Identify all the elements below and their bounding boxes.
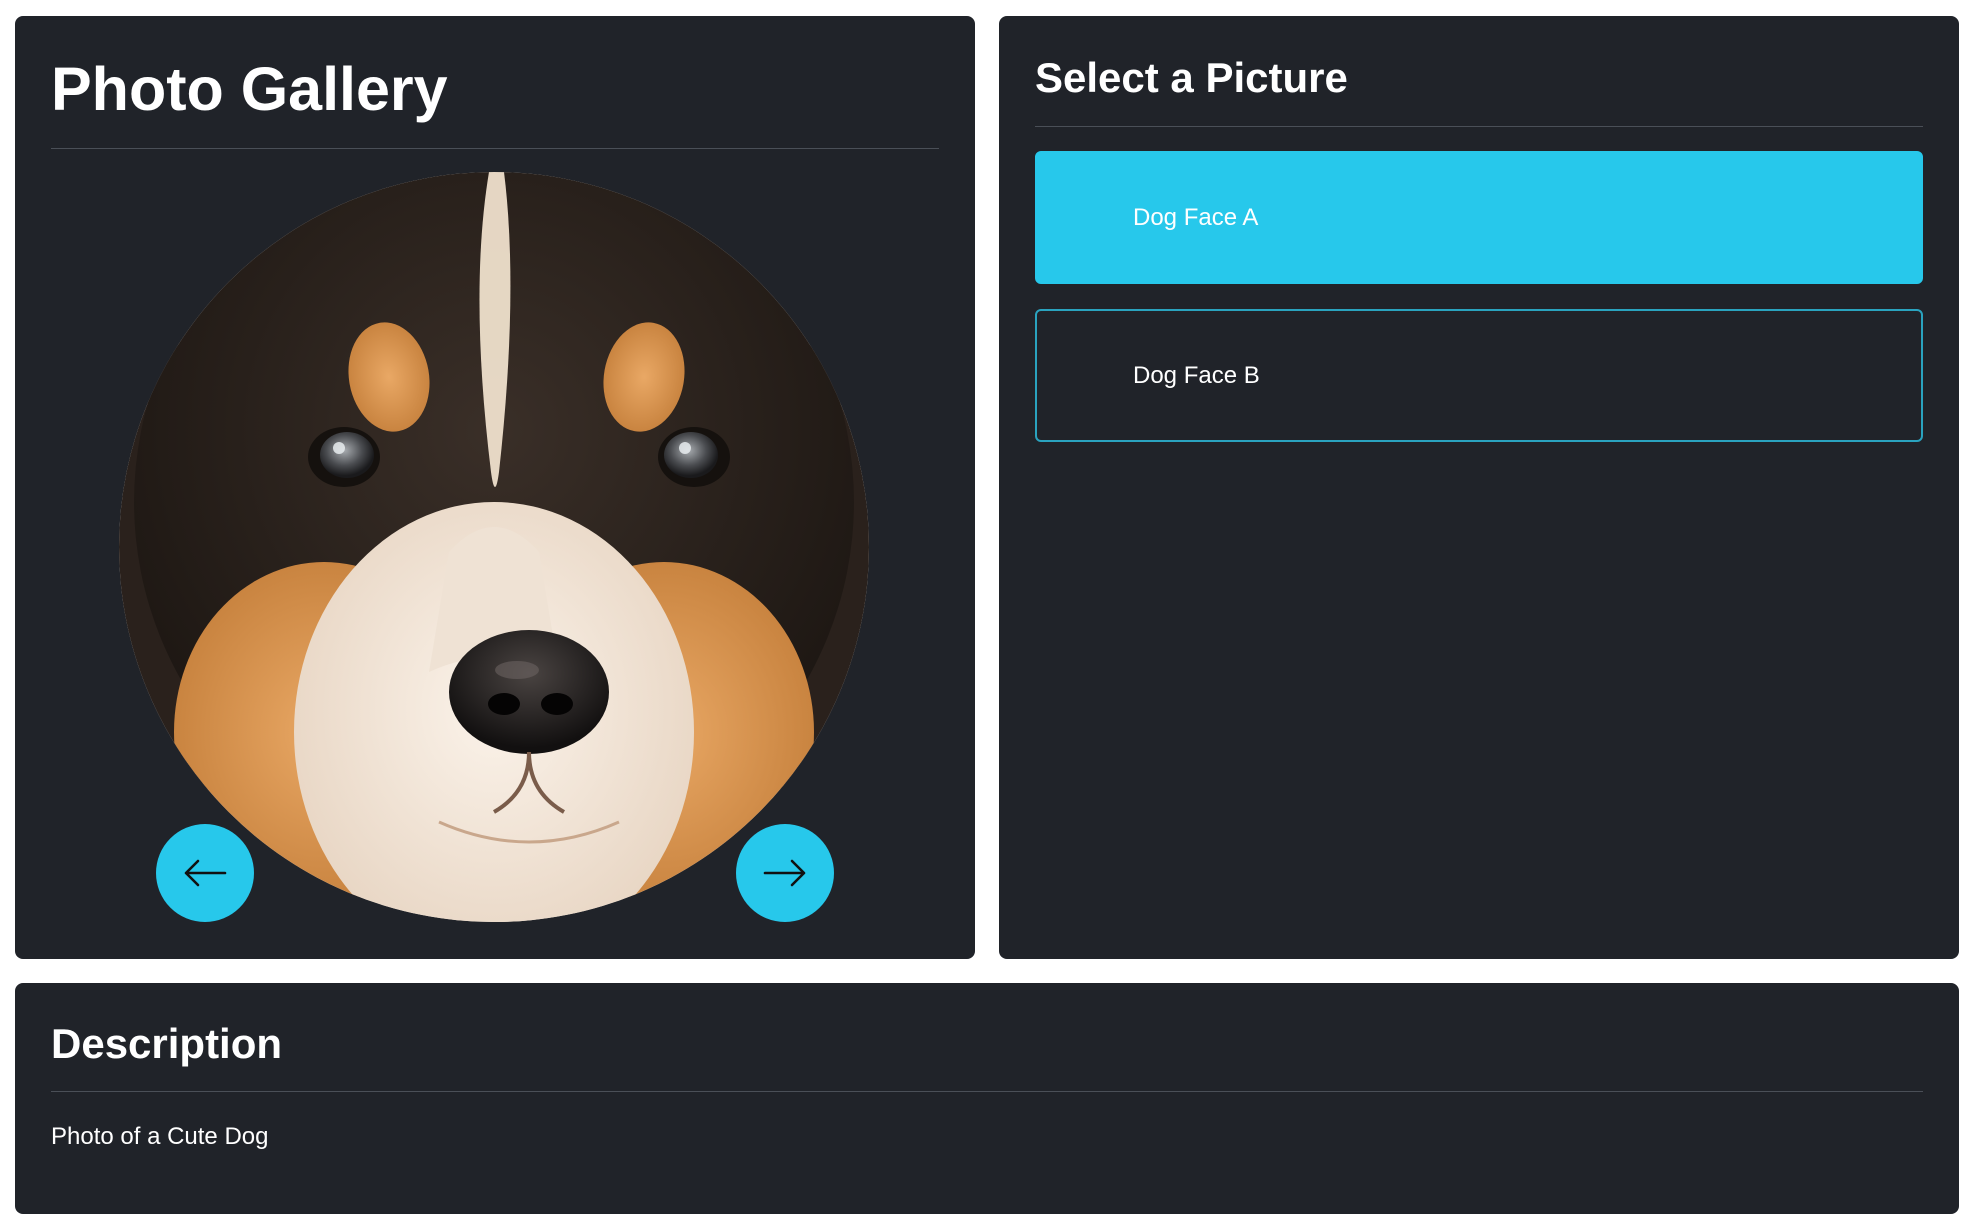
description-card: Description Photo of a Cute Dog xyxy=(15,983,1959,1214)
option-dog-face-b[interactable]: Dog Face B xyxy=(1035,309,1923,442)
photo-gallery-card: Photo Gallery xyxy=(15,16,975,959)
arrow-right-icon xyxy=(763,859,806,887)
select-title: Select a Picture xyxy=(1035,54,1348,101)
previous-photo-button[interactable] xyxy=(156,824,254,922)
select-divider xyxy=(1035,126,1923,127)
gallery-divider xyxy=(51,148,939,149)
select-picture-card: Select a Picture Dog Face A Dog Face B xyxy=(999,16,1959,959)
arrow-left-icon xyxy=(184,859,227,887)
description-divider xyxy=(51,1091,1923,1092)
description-title: Description xyxy=(51,1020,283,1067)
dog-photo xyxy=(119,172,869,922)
option-dog-face-a[interactable]: Dog Face A xyxy=(1035,151,1923,284)
gallery-title: Photo Gallery xyxy=(51,55,448,123)
dog-face-illustration xyxy=(119,172,869,922)
option-label: Dog Face A xyxy=(1133,203,1259,231)
option-label: Dog Face B xyxy=(1133,361,1260,389)
description-text: Photo of a Cute Dog xyxy=(51,1123,269,1150)
next-photo-button[interactable] xyxy=(736,824,834,922)
